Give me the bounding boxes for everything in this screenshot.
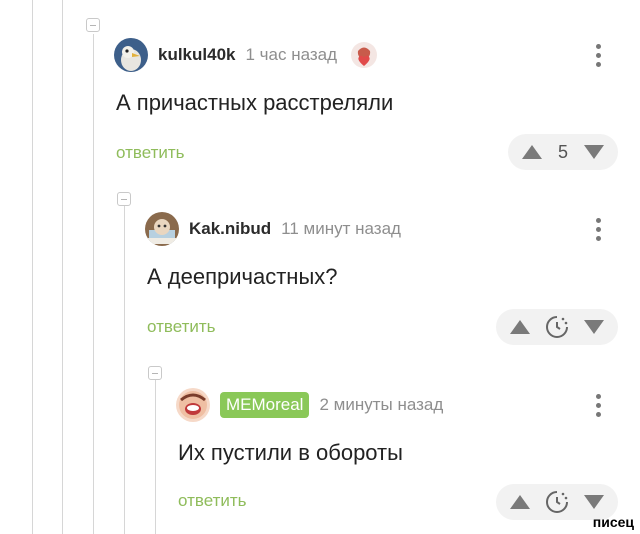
reply-button[interactable]: ответить (116, 143, 185, 163)
more-icon[interactable] (596, 44, 602, 70)
thread-line-level-2 (93, 34, 94, 534)
thread-line-level-4 (155, 380, 156, 534)
watermark: писец (592, 514, 634, 530)
thread-line-level-3 (124, 206, 125, 534)
more-icon[interactable] (596, 218, 602, 244)
reply-button[interactable]: ответить (147, 317, 216, 337)
comment-text: А причастных расстреляли (116, 90, 394, 115)
upvote-icon[interactable] (522, 145, 542, 159)
downvote-icon[interactable] (584, 320, 604, 334)
comment-header: Kak.nibud 11 минут назад (145, 212, 401, 246)
avatar[interactable] (145, 212, 179, 246)
comment-time[interactable]: 1 час назад (246, 45, 338, 65)
rating-control (496, 309, 618, 345)
downvote-icon[interactable] (584, 495, 604, 509)
collapse-icon[interactable] (86, 18, 100, 32)
avatar[interactable] (176, 388, 210, 422)
rating-control: 5 (508, 134, 618, 170)
username[interactable]: Kak.nibud (189, 219, 271, 239)
upvote-icon[interactable] (510, 320, 530, 334)
score: 5 (557, 141, 568, 162)
comment-text: А деепричастных? (147, 264, 338, 289)
more-icon[interactable] (596, 394, 602, 420)
collapse-icon[interactable] (117, 192, 131, 206)
downvote-icon[interactable] (583, 145, 604, 159)
comment-time[interactable]: 2 минуты назад (319, 395, 443, 415)
comment-header: kulkul40k 1 час назад (114, 38, 379, 72)
comment-header: MEMoreal 2 минуты назад (176, 388, 443, 422)
comment-text: Их пустили в обороты (178, 440, 403, 465)
comment-time[interactable]: 11 минут назад (281, 219, 401, 239)
upvote-icon[interactable] (510, 495, 530, 509)
avatar[interactable] (114, 38, 148, 72)
thread-line-root-outer (32, 0, 33, 534)
user-badge-icon (349, 40, 379, 70)
timer-icon (546, 316, 568, 338)
username[interactable]: MEMoreal (220, 392, 310, 418)
timer-icon (546, 491, 568, 513)
collapse-icon[interactable] (148, 366, 162, 380)
username[interactable]: kulkul40k (158, 45, 236, 65)
reply-button[interactable]: ответить (178, 491, 247, 511)
thread-line-level-1 (62, 0, 63, 534)
